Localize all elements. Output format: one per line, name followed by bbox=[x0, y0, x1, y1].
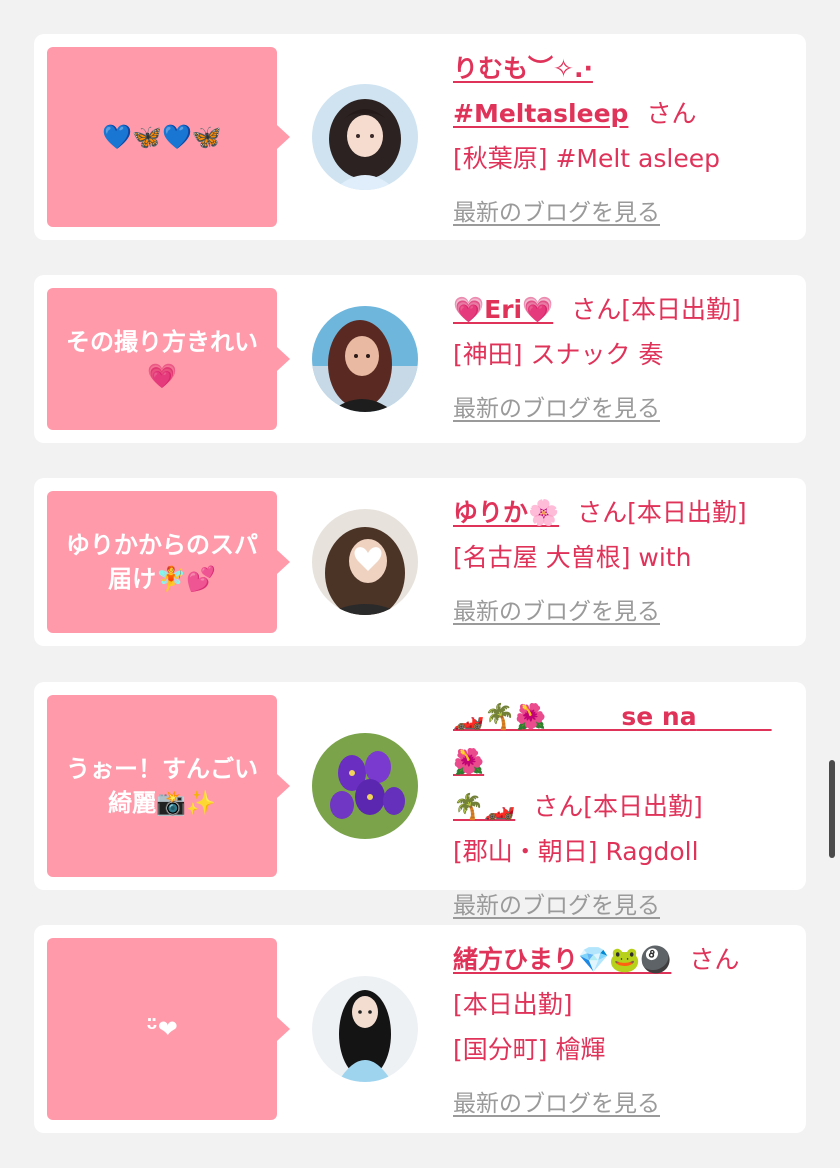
avatar[interactable] bbox=[312, 976, 418, 1082]
work-status: [本日出勤] bbox=[583, 792, 703, 821]
name-suffix: さん bbox=[571, 295, 622, 324]
girl-avatar-icon bbox=[312, 509, 418, 615]
name-suffix: さん bbox=[646, 99, 697, 128]
name-line: 💗Eri💗 さん[本日出勤] bbox=[453, 287, 786, 332]
flower-avatar-icon bbox=[312, 733, 418, 839]
latest-blog-link[interactable]: 最新のブログを見る bbox=[453, 1082, 660, 1127]
name-line: 緒方ひまり💎🐸🎱 さん bbox=[453, 937, 786, 982]
latest-blog-link[interactable]: 最新のブログを見る bbox=[453, 387, 660, 432]
latest-blog-link[interactable]: 最新のブログを見る bbox=[453, 590, 660, 635]
post-card: ゆりかからのスパ 届け🧚💕 ゆりか🌸 さん[本日出勤] [名古屋 大曽根] wit… bbox=[34, 478, 806, 646]
girl-avatar-icon bbox=[312, 84, 418, 190]
avatar[interactable] bbox=[312, 733, 418, 839]
shop-text: [神田] スナック 奏 bbox=[453, 340, 664, 369]
comment-bubble: 💙🦋💙🦋 bbox=[47, 47, 290, 227]
name-link[interactable]: 緒方ひまり💎🐸🎱 bbox=[453, 945, 671, 974]
post-info: ゆりか🌸 さん[本日出勤] [名古屋 大曽根] with 最新のブログを見る bbox=[453, 490, 786, 635]
post-info: 🏎️🌴🌺 se na 🌺 🌴🏎️ さん[本日出勤] [郡山・朝日] Ragdoll… bbox=[453, 694, 786, 929]
name-line: 🏎️🌴🌺 se na 🌺 🌴🏎️ さん[本日出勤] bbox=[453, 694, 786, 829]
comment-bubble: ゆりかからのスパ 届け🧚💕 bbox=[47, 491, 290, 633]
shop-text: [名古屋 大曽根] with bbox=[453, 543, 692, 572]
comment-text: 💙🦋💙🦋 bbox=[102, 123, 222, 151]
post-card: その撮り方きれい 💗 💗Eri💗 さん[本日出勤] [神田] スナック 奏 最新の… bbox=[34, 275, 806, 443]
avatar[interactable] bbox=[312, 509, 418, 615]
shop-text: [秋葉原] #Melt asleep bbox=[453, 144, 720, 173]
post-card: 💙🦋💙🦋 りむも︶✧.· #Meltasleep さん [秋葉原] #Melt a… bbox=[34, 34, 806, 240]
comment-text: ᵕ̈❤ bbox=[146, 1015, 178, 1043]
post-card: うぉー！すんごい 綺麗📸✨ 🏎️🌴🌺 se na 🌺 🌴🏎️ さん[本日出勤] [… bbox=[34, 682, 806, 919]
name-line: りむも︶✧.· #Meltasleep さん bbox=[453, 46, 786, 136]
avatar[interactable] bbox=[312, 306, 418, 412]
shop-text: [国分町] 檜輝 bbox=[453, 1035, 606, 1064]
comment-text: ゆりかからのスパ 届け🧚💕 bbox=[66, 531, 258, 593]
post-info: 緒方ひまり💎🐸🎱 さん [本日出勤] [国分町] 檜輝 最新のブログを見る bbox=[453, 937, 786, 1127]
shop-text: [郡山・朝日] Ragdoll bbox=[453, 837, 699, 866]
girl-avatar-icon bbox=[312, 306, 418, 412]
name-link[interactable]: ゆりか🌸 bbox=[453, 498, 559, 527]
comment-bubble: うぉー！すんごい 綺麗📸✨ bbox=[47, 695, 290, 877]
scrollbar[interactable] bbox=[829, 760, 835, 858]
name-link[interactable]: 💗Eri💗 bbox=[453, 295, 553, 324]
name-suffix: さん bbox=[577, 498, 628, 527]
comment-bubble: その撮り方きれい 💗 bbox=[47, 288, 290, 430]
comment-text: うぉー！すんごい 綺麗📸✨ bbox=[66, 755, 258, 817]
name-line: ゆりか🌸 さん[本日出勤] bbox=[453, 490, 786, 535]
girl-avatar-icon bbox=[312, 976, 418, 1082]
work-status: [本日出勤] bbox=[627, 498, 747, 527]
comment-bubble: ᵕ̈❤ bbox=[47, 938, 290, 1120]
comment-text: その撮り方きれい 💗 bbox=[66, 328, 258, 390]
name-suffix: さん bbox=[533, 792, 584, 821]
work-status: [本日出勤] bbox=[621, 295, 741, 324]
name-link[interactable]: りむも︶✧.· #Meltasleep bbox=[453, 54, 628, 128]
post-info: 💗Eri💗 さん[本日出勤] [神田] スナック 奏 最新のブログを見る bbox=[453, 287, 786, 432]
work-status: [本日出勤] bbox=[453, 990, 573, 1019]
post-card: ᵕ̈❤ 緒方ひまり💎🐸🎱 さん [本日出勤] [国分町] 檜輝 最新のブログを見る bbox=[34, 925, 806, 1133]
avatar[interactable] bbox=[312, 84, 418, 190]
latest-blog-link[interactable]: 最新のブログを見る bbox=[453, 191, 660, 236]
latest-blog-link[interactable]: 最新のブログを見る bbox=[453, 884, 660, 929]
name-suffix: さん bbox=[689, 945, 740, 974]
post-info: りむも︶✧.· #Meltasleep さん [秋葉原] #Melt asleep… bbox=[453, 46, 786, 236]
